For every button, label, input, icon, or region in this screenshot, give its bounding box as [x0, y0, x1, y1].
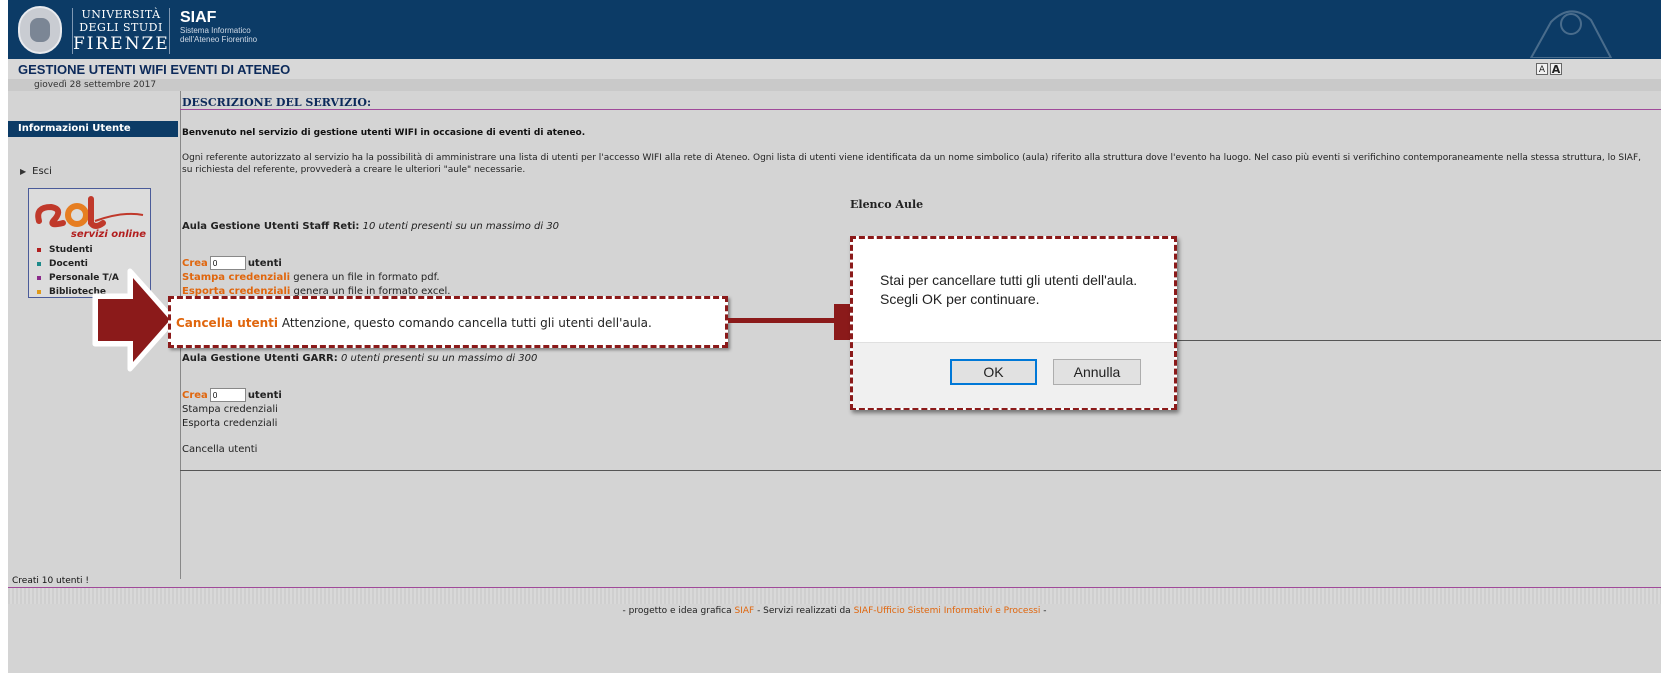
app-title: GESTIONE UTENTI WIFI EVENTI DI ATENEO	[18, 62, 291, 77]
footer-suffix: -	[1043, 606, 1047, 616]
siaf-subtitle-1: Sistema Informatico	[180, 26, 251, 35]
aula-1-stampa-row: Stampa credenziali genera un file in for…	[182, 272, 440, 283]
callout-warning: Attenzione, questo comando cancella tutt…	[281, 316, 652, 330]
divider	[180, 109, 1661, 110]
footer-middle: - Servizi realizzati da	[757, 606, 851, 616]
sol-logo-icon	[35, 196, 144, 229]
sol-item-studenti[interactable]: Studenti	[37, 243, 119, 257]
font-size-large-button[interactable]: A	[1550, 63, 1562, 76]
university-logo-text: UNIVERSITÀ DEGLI STUDI FIRENZE	[72, 8, 170, 54]
dialog-line-2: Scegli OK per continuare.	[880, 291, 1040, 307]
siaf-logo: SIAF Sistema Informatico dell'Ateneo Fio…	[180, 9, 257, 44]
siaf-title: SIAF	[180, 9, 217, 26]
bullet-icon	[37, 275, 41, 280]
bullet-icon	[37, 261, 41, 266]
university-line-1: UNIVERSITÀ	[81, 8, 161, 21]
aula-1-info: 10 utenti presenti su un massimo di 30	[362, 221, 560, 232]
dialog-line-1: Stai per cancellare tutti gli utenti del…	[880, 272, 1138, 288]
aula-1-create-row: Crea utenti	[182, 256, 282, 270]
bullet-icon	[37, 289, 41, 294]
bullet-icon	[37, 247, 41, 252]
footer-prefix: - progetto e idea grafica	[622, 606, 732, 616]
aula-divider	[1177, 340, 1661, 341]
aula-1-stampa-desc: genera un file in formato pdf.	[293, 272, 440, 283]
logout-label: Esci	[32, 166, 52, 177]
sol-text: servizi online	[70, 229, 146, 240]
aula-2-name: Aula Gestione Utenti GARR:	[182, 353, 338, 364]
cancel-button[interactable]: Annulla	[1053, 359, 1141, 385]
date-bar	[8, 79, 1661, 91]
site-header: UNIVERSITÀ DEGLI STUDI FIRENZE SIAF Sist…	[8, 0, 1661, 59]
cancella-utenti-callout: Cancella utenti Attenzione, questo coman…	[168, 296, 728, 348]
sol-item-label: Studenti	[49, 245, 93, 255]
service-description: Ogni referente autorizzato al servizio h…	[182, 153, 1641, 175]
siaf-subtitle-2: dell'Ateneo Fiorentino	[180, 35, 258, 44]
confirm-dialog: Stai per cancellare tutti gli utenti del…	[850, 236, 1177, 410]
welcome-text: Benvenuto nel servizio di gestione utent…	[182, 128, 586, 138]
aula-2-cancella-text: Cancella utenti	[182, 444, 258, 455]
current-date: giovedì 28 settembre 2017	[34, 80, 157, 90]
aula-2-info: 0 utenti presenti su un massimo di 300	[340, 353, 538, 364]
logout-link[interactable]: ▶ Esci	[20, 166, 52, 177]
aula-2-heading: Aula Gestione Utenti GARR: 0 utenti pres…	[182, 353, 537, 364]
footer-siaf-full-link[interactable]: SIAF-Ufficio Sistemi Informativi e Proce…	[854, 606, 1041, 616]
aula-divider	[180, 470, 1661, 471]
sol-item-label: Docenti	[49, 259, 88, 269]
university-line-2: DEGLI STUDI	[79, 21, 163, 34]
footer: - progetto e idea grafica SIAF - Servizi…	[8, 606, 1661, 616]
university-line-3: FIRENZE	[73, 34, 170, 54]
footer-siaf-link[interactable]: SIAF	[735, 606, 755, 616]
dialog-footer: OK Annulla	[853, 342, 1174, 408]
aula-1-create-link[interactable]: Crea	[182, 258, 208, 269]
triangle-right-icon: ▶	[20, 167, 27, 176]
aula-1-create-count-input[interactable]	[209, 256, 246, 270]
aula-2-create-row: Crea utenti	[182, 388, 282, 402]
aula-2-create-count-input[interactable]	[209, 388, 246, 402]
font-size-small-button[interactable]: A	[1536, 63, 1548, 75]
aula-1-stampa-link[interactable]: Stampa credenziali	[182, 272, 290, 283]
aula-1-utenti-label: utenti	[247, 258, 282, 269]
aula-2-stampa-text: Stampa credenziali	[182, 404, 278, 415]
aula-2-esporta-text: Esporta credenziali	[182, 418, 278, 429]
ok-button[interactable]: OK	[950, 359, 1037, 385]
aula-1-name: Aula Gestione Utenti Staff Reti:	[182, 221, 360, 232]
callout-connector	[728, 318, 838, 323]
nav-header-informazioni-utente[interactable]: Informazioni Utente	[8, 121, 178, 137]
aula-1-heading: Aula Gestione Utenti Staff Reti: 10 uten…	[182, 221, 559, 232]
dialog-message: Stai per cancellare tutti gli utenti del…	[880, 271, 1137, 309]
university-seal-logo	[18, 6, 62, 54]
elenco-aule-heading: Elenco Aule	[850, 198, 924, 211]
footer-strip	[8, 588, 1661, 604]
arrow-right-icon	[92, 268, 177, 372]
aula-2-utenti-label: utenti	[247, 390, 282, 401]
cancella-utenti-link[interactable]: Cancella utenti	[176, 316, 278, 330]
callout-text: Cancella utenti Attenzione, questo coman…	[176, 316, 652, 330]
header-decoration-icon	[1529, 10, 1613, 58]
status-message: Creati 10 utenti !	[12, 576, 90, 586]
page-frame: UNIVERSITÀ DEGLI STUDI FIRENZE SIAF Sist…	[8, 0, 1661, 673]
aula-2-create-link[interactable]: Crea	[182, 390, 208, 401]
section-title: DESCRIZIONE DEL SERVIZIO:	[182, 96, 371, 109]
